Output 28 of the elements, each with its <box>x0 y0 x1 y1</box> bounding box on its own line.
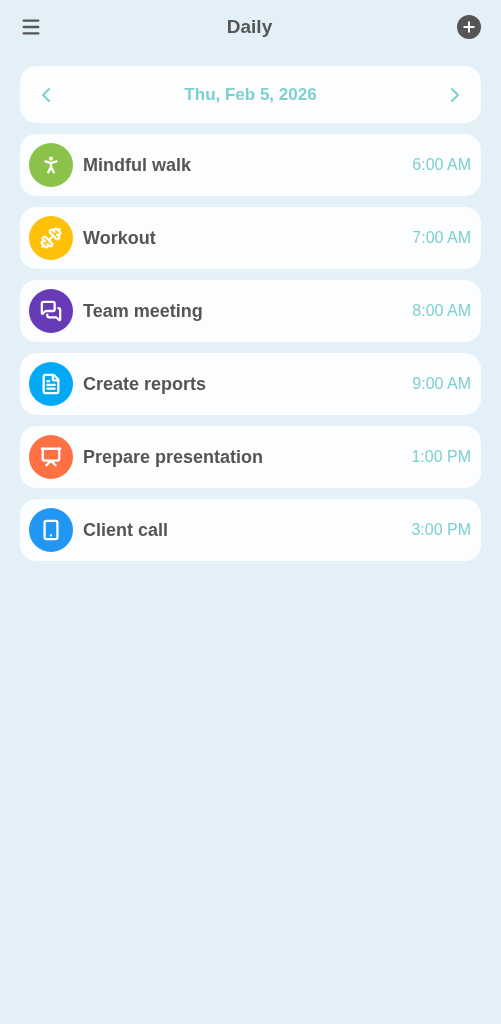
event-card[interactable]: Team meeting 8:00 AM <box>20 280 481 342</box>
event-title: Client call <box>83 518 170 542</box>
date-label: Thu, Feb 5, 2026 <box>184 83 317 106</box>
plus-icon <box>461 19 477 35</box>
event-time: 1:00 PM <box>411 447 471 467</box>
event-time: 9:00 AM <box>412 374 471 394</box>
event-time: 3:00 PM <box>411 520 471 540</box>
event-card[interactable]: Prepare presentation 1:00 PM <box>20 426 481 488</box>
event-time: 8:00 AM <box>412 301 471 321</box>
event-time: 7:00 AM <box>412 228 471 248</box>
event-title: Team meeting <box>83 299 204 323</box>
event-card[interactable]: Mindful walk 6:00 AM <box>20 134 481 196</box>
event-time: 6:00 AM <box>412 155 471 175</box>
event-card[interactable]: Create reports 9:00 AM <box>20 353 481 415</box>
document-icon <box>40 373 62 395</box>
event-title: Mindful walk <box>83 153 192 177</box>
event-title: Prepare presentation <box>83 445 265 469</box>
event-card[interactable]: Workout 7:00 AM <box>20 207 481 269</box>
phone-icon <box>40 519 62 541</box>
dumbbell-icon <box>40 227 62 249</box>
menu-icon[interactable] <box>20 16 42 38</box>
page-title: Daily <box>226 14 273 39</box>
chat-bubbles-icon <box>40 300 62 322</box>
event-card[interactable]: Client call 3:00 PM <box>20 499 481 561</box>
add-button[interactable] <box>457 15 481 39</box>
event-title: Create reports <box>83 372 208 396</box>
event-title: Workout <box>83 226 157 250</box>
presentation-board-icon <box>40 446 62 468</box>
